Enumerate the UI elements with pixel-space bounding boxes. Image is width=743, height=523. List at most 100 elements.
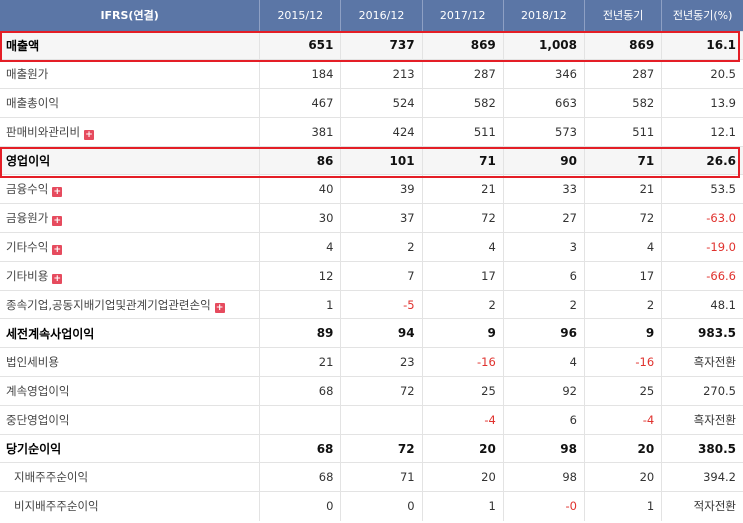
value-cell: 72 <box>421 203 504 233</box>
value-cell: 4 <box>421 232 504 262</box>
value-cell: 37 <box>340 203 423 233</box>
value-cell: 4 <box>502 347 585 377</box>
row-label-text: 계속영업이익 <box>6 383 70 398</box>
row-label-text: 매출원가 <box>6 67 49 82</box>
table-row: 기타수익 +4 2 4 3 4 -19.0 <box>0 232 743 262</box>
table-row: 종속기업,공동지배기업및관계기업관련손익 +1 -5 2 2 2 48.1 <box>0 289 743 319</box>
header-label: IFRS(연결) <box>0 0 260 31</box>
value-cell: 72 <box>583 203 662 233</box>
header-prev-period: 전년동기 <box>583 0 662 31</box>
row-label-text: 금융수익 <box>6 182 49 197</box>
value-cell: 287 <box>421 59 504 89</box>
value-cell: -0 <box>502 491 585 521</box>
value-cell: 68 <box>259 376 341 406</box>
value-cell: 39 <box>340 174 423 204</box>
value-cell: -16 <box>583 347 662 377</box>
header-year[interactable]: 2016/12 <box>340 0 423 31</box>
header-year[interactable]: 2018/12 <box>502 0 585 31</box>
value-cell: 98 <box>502 433 585 463</box>
row-label-text: 기타수익 <box>6 239 49 254</box>
value-cell: -4 <box>421 404 504 435</box>
row-label-text: 세전계속사업이익 <box>6 326 95 341</box>
row-label-text: 매출총이익 <box>6 95 59 110</box>
plus-square-icon[interactable]: + <box>84 129 95 140</box>
value-cell: -63.0 <box>661 203 743 233</box>
value-cell: 68 <box>259 433 341 463</box>
table-row: 법인세비용 21 23 -16 4 -16 흑자전환 <box>0 347 743 377</box>
value-cell: 96 <box>502 318 585 348</box>
value-cell: 53.5 <box>661 174 743 204</box>
value-cell: 71 <box>340 462 423 492</box>
table-row: 비지배주주순이익 0 0 1 -0 1 적자전환 <box>0 491 743 521</box>
value-cell: 663 <box>502 88 585 118</box>
value-cell: 2 <box>502 289 585 319</box>
row-label-text: 종속기업,공동지배기업및관계기업관련손익 <box>6 297 211 312</box>
value-cell: 25 <box>421 376 504 406</box>
plus-square-icon[interactable]: + <box>52 244 63 255</box>
value-cell: 381 <box>259 116 341 147</box>
plus-square-icon[interactable]: + <box>52 273 63 284</box>
table-row: 세전계속사업이익 89 94 9 96 9 983.5 <box>0 318 743 348</box>
row-label: 금융원가 + <box>0 203 260 233</box>
value-cell: 98 <box>502 462 585 492</box>
value-cell: 27 <box>502 203 585 233</box>
value-cell: 33 <box>502 174 585 204</box>
value-cell: 21 <box>583 174 662 204</box>
value-cell: 1 <box>583 491 662 521</box>
value-cell: 184 <box>259 59 341 89</box>
value-cell: 573 <box>502 116 585 147</box>
row-label-text: 비지배주주순이익 <box>14 499 99 514</box>
plus-square-icon[interactable]: + <box>214 302 225 313</box>
value-cell: -4 <box>583 404 662 435</box>
plus-square-icon[interactable]: + <box>52 216 63 227</box>
value-cell: 흑자전환 <box>661 404 743 435</box>
value-cell: 582 <box>583 88 662 118</box>
value-cell: 94 <box>340 318 423 348</box>
value-cell: 467 <box>259 88 341 118</box>
row-label: 금융수익 + <box>0 174 260 204</box>
value-cell: 적자전환 <box>661 491 743 521</box>
row-label: 지배주주순이익 <box>0 462 260 492</box>
header-year[interactable]: 2017/12 <box>421 0 504 31</box>
value-cell: 380.5 <box>661 433 743 463</box>
row-label-text: 당기순이익 <box>6 442 62 457</box>
row-label: 판매비와관리비 + <box>0 116 260 147</box>
value-cell: -16 <box>421 347 504 377</box>
value-cell: 흑자전환 <box>661 347 743 377</box>
table-row: 금융수익 +40 39 21 33 21 53.5 <box>0 174 743 204</box>
value-cell: 983.5 <box>661 318 743 348</box>
row-label-text: 금융원가 <box>6 211 49 226</box>
value-cell: 20.5 <box>661 59 743 89</box>
value-cell: 9 <box>583 318 662 348</box>
value-cell: 394.2 <box>661 462 743 492</box>
value-cell: 40 <box>259 174 341 204</box>
header-prev-period-pct: 전년동기(%) <box>661 0 743 31</box>
value-cell: 346 <box>502 59 585 89</box>
value-cell: -19.0 <box>661 232 743 262</box>
table-row: 판매비와관리비 +381 424 511 573 511 12.1 <box>0 116 743 147</box>
value-cell: 20 <box>583 433 662 463</box>
value-cell: 21 <box>421 174 504 204</box>
row-label: 매출원가 <box>0 59 260 89</box>
value-cell <box>259 404 341 435</box>
value-cell: 30 <box>259 203 341 233</box>
value-cell: 4 <box>583 232 662 262</box>
table-row: 매출원가 184 213 287 346 287 20.5 <box>0 59 743 89</box>
value-cell <box>340 404 423 435</box>
row-label: 비지배주주순이익 <box>0 491 260 521</box>
value-cell: 511 <box>421 116 504 147</box>
plus-square-icon[interactable]: + <box>52 187 63 198</box>
value-cell: 12.1 <box>661 116 743 147</box>
row-label: 법인세비용 <box>0 347 260 377</box>
value-cell: 20 <box>421 433 504 463</box>
row-label-text: 지배주주순이익 <box>14 470 89 485</box>
value-cell: 287 <box>583 59 662 89</box>
value-cell: 89 <box>259 318 341 348</box>
table-row: 지배주주순이익 68 71 20 98 20 394.2 <box>0 462 743 492</box>
table-row: 당기순이익 68 72 20 98 20 380.5 <box>0 433 743 463</box>
header-year[interactable]: 2015/12 <box>259 0 341 31</box>
table-body: 매출액 651 737 869 1,008 869 16.1 매출원가 184 213 287 346… <box>0 30 743 521</box>
value-cell: 270.5 <box>661 376 743 406</box>
value-cell: 424 <box>340 116 423 147</box>
table-row: 금융원가 +30 37 72 27 72 -63.0 <box>0 203 743 233</box>
